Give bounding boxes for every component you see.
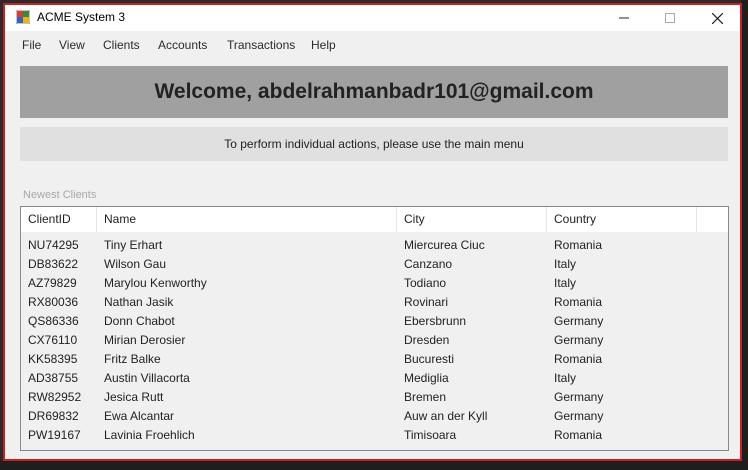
table-row[interactable]: AD38755 Austin Villacorta Mediglia Italy <box>21 369 728 388</box>
table-row[interactable]: RX80036 Nathan Jasik Rovinari Romania <box>21 293 728 312</box>
cell-city: Ebersbrunn <box>404 314 467 328</box>
list-body: NU74295 Tiny Erhart Miercurea Ciuc Romania D… <box>21 232 728 450</box>
welcome-message: Welcome, abdelrahmanbadr101@gmail.com <box>154 80 594 103</box>
cell-country: Italy <box>554 276 577 290</box>
column-header-filler <box>697 207 728 232</box>
table-row[interactable]: KK58395 Fritz Balke Bucuresti Romania <box>21 350 728 369</box>
cell-clientid: DR69832 <box>28 409 79 423</box>
table-row[interactable]: CX76110 Mirian Derosier Dresden Germany <box>21 331 728 350</box>
cell-clientid: NU74295 <box>28 238 79 252</box>
cell-clientid: DB83622 <box>28 257 79 271</box>
cell-country: Germany <box>554 333 604 347</box>
close-icon <box>711 12 723 24</box>
column-header-name[interactable]: Name <box>97 207 397 232</box>
newest-clients-list[interactable]: ClientID Name City Country NU74295 Tiny E… <box>20 206 729 451</box>
menu-help[interactable]: Help <box>311 38 336 52</box>
cell-name: Nathan Jasik <box>104 295 174 309</box>
table-row[interactable]: NU74295 Tiny Erhart Miercurea Ciuc Romania <box>21 236 728 255</box>
list-header: ClientID Name City Country <box>21 207 728 232</box>
table-row[interactable]: PW19167 Lavinia Froehlich Timisoara Romania <box>21 426 728 445</box>
column-header-country[interactable]: Country <box>547 207 697 232</box>
table-row[interactable]: RW82952 Jesica Rutt Bremen Germany <box>21 388 728 407</box>
cell-city: Dresden <box>404 333 450 347</box>
menu-accounts[interactable]: Accounts <box>158 38 207 52</box>
cell-city: Rovinari <box>404 295 449 309</box>
menu-view[interactable]: View <box>59 38 85 52</box>
main-window: ACME System 3 File View Clients Accounts… <box>3 3 742 461</box>
minimize-icon <box>619 17 629 19</box>
cell-name: Jesica Rutt <box>104 390 164 404</box>
cell-city: Timisoara <box>404 428 457 442</box>
cell-country: Romania <box>554 295 603 309</box>
cell-country: Germany <box>554 314 604 328</box>
cell-clientid: AZ79829 <box>28 276 77 290</box>
cell-name: Lavinia Froehlich <box>104 428 195 442</box>
info-message: To perform individual actions, please us… <box>224 137 524 151</box>
cell-country: Romania <box>554 238 603 252</box>
info-banner: To perform individual actions, please us… <box>20 127 728 161</box>
cell-country: Italy <box>554 371 577 385</box>
cell-name: Fritz Balke <box>104 352 161 366</box>
table-row[interactable]: QS86336 Donn Chabot Ebersbrunn Germany <box>21 312 728 331</box>
cell-name: Wilson Gau <box>104 257 167 271</box>
cell-clientid: PW19167 <box>28 428 81 442</box>
app-icon <box>16 10 30 24</box>
newest-clients-label: Newest Clients <box>23 189 97 201</box>
cell-country: Romania <box>554 428 603 442</box>
cell-clientid: RX80036 <box>28 295 79 309</box>
cell-country: Italy <box>554 257 577 271</box>
cell-country: Germany <box>554 409 604 423</box>
title-bar[interactable]: ACME System 3 <box>5 5 740 31</box>
cell-country: Germany <box>554 390 604 404</box>
table-row[interactable]: DB83622 Wilson Gau Canzano Italy <box>21 255 728 274</box>
cell-clientid: AD38755 <box>28 371 79 385</box>
cell-city: Canzano <box>404 257 453 271</box>
cell-name: Marylou Kenworthy <box>104 276 207 290</box>
cell-name: Mirian Derosier <box>104 333 186 347</box>
cell-city: Miercurea Ciuc <box>404 238 485 252</box>
cell-name: Austin Villacorta <box>104 371 190 385</box>
menu-clients[interactable]: Clients <box>103 38 140 52</box>
column-header-city[interactable]: City <box>397 207 547 232</box>
cell-clientid: KK58395 <box>28 352 78 366</box>
menu-file[interactable]: File <box>22 38 41 52</box>
cell-city: Auw an der Kyll <box>404 409 488 423</box>
close-button[interactable] <box>694 5 740 31</box>
cell-name: Ewa Alcantar <box>104 409 175 423</box>
cell-clientid: RW82952 <box>28 390 82 404</box>
cell-city: Mediglia <box>404 371 449 385</box>
menu-bar: File View Clients Accounts Transactions … <box>5 33 740 59</box>
cell-name: Donn Chabot <box>104 314 175 328</box>
cell-clientid: CX76110 <box>28 333 78 347</box>
column-header-clientid[interactable]: ClientID <box>21 207 97 232</box>
maximize-button[interactable] <box>647 5 693 31</box>
table-row[interactable]: AZ79829 Marylou Kenworthy Todiano Italy <box>21 274 728 293</box>
desktop-background-bottom <box>0 460 748 470</box>
cell-city: Bucuresti <box>404 352 455 366</box>
table-row[interactable]: DR69832 Ewa Alcantar Auw an der Kyll German… <box>21 407 728 426</box>
menu-transactions[interactable]: Transactions <box>227 38 295 52</box>
cell-country: Romania <box>554 352 603 366</box>
cell-clientid: QS86336 <box>28 314 79 328</box>
desktop-background <box>741 0 748 470</box>
cell-name: Tiny Erhart <box>104 238 163 252</box>
window-title: ACME System 3 <box>37 10 126 24</box>
minimize-button[interactable] <box>601 5 647 31</box>
cell-city: Todiano <box>404 276 447 290</box>
cell-city: Bremen <box>404 390 447 404</box>
welcome-banner: Welcome, abdelrahmanbadr101@gmail.com <box>20 66 728 118</box>
maximize-icon <box>665 13 675 23</box>
